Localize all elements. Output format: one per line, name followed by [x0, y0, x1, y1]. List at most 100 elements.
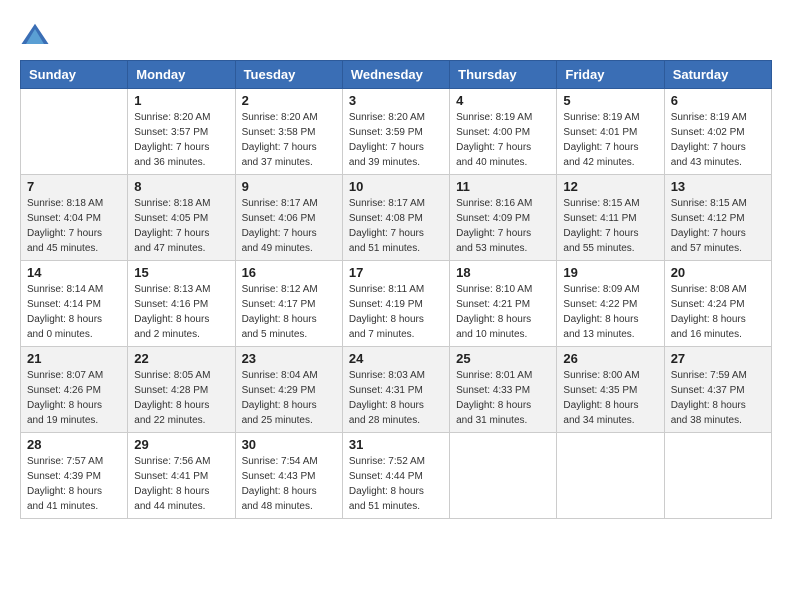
calendar-cell	[21, 89, 128, 175]
day-number: 16	[242, 265, 336, 280]
day-number: 4	[456, 93, 550, 108]
day-info: Sunrise: 8:12 AM Sunset: 4:17 PM Dayligh…	[242, 282, 336, 342]
calendar-cell: 4 Sunrise: 8:19 AM Sunset: 4:00 PM Dayli…	[450, 89, 557, 175]
calendar-table: SundayMondayTuesdayWednesdayThursdayFrid…	[20, 60, 772, 519]
day-info: Sunrise: 8:19 AM Sunset: 4:00 PM Dayligh…	[456, 110, 550, 170]
day-number: 22	[134, 351, 228, 366]
calendar-cell: 30 Sunrise: 7:54 AM Sunset: 4:43 PM Dayl…	[235, 433, 342, 519]
logo-icon	[20, 20, 50, 50]
day-number: 25	[456, 351, 550, 366]
day-info: Sunrise: 8:05 AM Sunset: 4:28 PM Dayligh…	[134, 368, 228, 428]
day-info: Sunrise: 7:59 AM Sunset: 4:37 PM Dayligh…	[671, 368, 765, 428]
day-info: Sunrise: 8:04 AM Sunset: 4:29 PM Dayligh…	[242, 368, 336, 428]
calendar-cell: 17 Sunrise: 8:11 AM Sunset: 4:19 PM Dayl…	[342, 261, 449, 347]
day-info: Sunrise: 8:18 AM Sunset: 4:05 PM Dayligh…	[134, 196, 228, 256]
day-number: 27	[671, 351, 765, 366]
calendar-cell: 1 Sunrise: 8:20 AM Sunset: 3:57 PM Dayli…	[128, 89, 235, 175]
calendar-cell: 13 Sunrise: 8:15 AM Sunset: 4:12 PM Dayl…	[664, 175, 771, 261]
day-info: Sunrise: 8:19 AM Sunset: 4:02 PM Dayligh…	[671, 110, 765, 170]
weekday-header-tuesday: Tuesday	[235, 61, 342, 89]
day-info: Sunrise: 8:09 AM Sunset: 4:22 PM Dayligh…	[563, 282, 657, 342]
calendar-cell: 11 Sunrise: 8:16 AM Sunset: 4:09 PM Dayl…	[450, 175, 557, 261]
day-info: Sunrise: 7:56 AM Sunset: 4:41 PM Dayligh…	[134, 454, 228, 514]
day-number: 21	[27, 351, 121, 366]
calendar-cell: 12 Sunrise: 8:15 AM Sunset: 4:11 PM Dayl…	[557, 175, 664, 261]
calendar-cell: 8 Sunrise: 8:18 AM Sunset: 4:05 PM Dayli…	[128, 175, 235, 261]
calendar-week-row: 21 Sunrise: 8:07 AM Sunset: 4:26 PM Dayl…	[21, 347, 772, 433]
day-number: 18	[456, 265, 550, 280]
weekday-header-thursday: Thursday	[450, 61, 557, 89]
day-info: Sunrise: 8:16 AM Sunset: 4:09 PM Dayligh…	[456, 196, 550, 256]
day-number: 17	[349, 265, 443, 280]
calendar-cell: 19 Sunrise: 8:09 AM Sunset: 4:22 PM Dayl…	[557, 261, 664, 347]
calendar-cell: 5 Sunrise: 8:19 AM Sunset: 4:01 PM Dayli…	[557, 89, 664, 175]
day-number: 11	[456, 179, 550, 194]
day-number: 14	[27, 265, 121, 280]
calendar-week-row: 1 Sunrise: 8:20 AM Sunset: 3:57 PM Dayli…	[21, 89, 772, 175]
calendar-cell: 26 Sunrise: 8:00 AM Sunset: 4:35 PM Dayl…	[557, 347, 664, 433]
day-number: 19	[563, 265, 657, 280]
day-number: 30	[242, 437, 336, 452]
day-info: Sunrise: 8:20 AM Sunset: 3:58 PM Dayligh…	[242, 110, 336, 170]
logo	[20, 20, 52, 50]
day-info: Sunrise: 8:15 AM Sunset: 4:11 PM Dayligh…	[563, 196, 657, 256]
calendar-week-row: 28 Sunrise: 7:57 AM Sunset: 4:39 PM Dayl…	[21, 433, 772, 519]
weekday-header-friday: Friday	[557, 61, 664, 89]
day-info: Sunrise: 8:18 AM Sunset: 4:04 PM Dayligh…	[27, 196, 121, 256]
calendar-cell: 25 Sunrise: 8:01 AM Sunset: 4:33 PM Dayl…	[450, 347, 557, 433]
weekday-header-saturday: Saturday	[664, 61, 771, 89]
day-number: 3	[349, 93, 443, 108]
day-number: 7	[27, 179, 121, 194]
day-info: Sunrise: 7:57 AM Sunset: 4:39 PM Dayligh…	[27, 454, 121, 514]
day-number: 8	[134, 179, 228, 194]
calendar-cell: 24 Sunrise: 8:03 AM Sunset: 4:31 PM Dayl…	[342, 347, 449, 433]
day-number: 2	[242, 93, 336, 108]
weekday-header-monday: Monday	[128, 61, 235, 89]
calendar-week-row: 14 Sunrise: 8:14 AM Sunset: 4:14 PM Dayl…	[21, 261, 772, 347]
calendar-cell: 22 Sunrise: 8:05 AM Sunset: 4:28 PM Dayl…	[128, 347, 235, 433]
calendar-cell: 15 Sunrise: 8:13 AM Sunset: 4:16 PM Dayl…	[128, 261, 235, 347]
day-number: 28	[27, 437, 121, 452]
calendar-cell: 27 Sunrise: 7:59 AM Sunset: 4:37 PM Dayl…	[664, 347, 771, 433]
calendar-cell	[664, 433, 771, 519]
day-number: 1	[134, 93, 228, 108]
calendar-cell	[450, 433, 557, 519]
day-number: 29	[134, 437, 228, 452]
calendar-cell: 28 Sunrise: 7:57 AM Sunset: 4:39 PM Dayl…	[21, 433, 128, 519]
day-info: Sunrise: 8:13 AM Sunset: 4:16 PM Dayligh…	[134, 282, 228, 342]
weekday-header-wednesday: Wednesday	[342, 61, 449, 89]
day-info: Sunrise: 8:00 AM Sunset: 4:35 PM Dayligh…	[563, 368, 657, 428]
day-number: 31	[349, 437, 443, 452]
calendar-cell: 14 Sunrise: 8:14 AM Sunset: 4:14 PM Dayl…	[21, 261, 128, 347]
calendar-cell: 16 Sunrise: 8:12 AM Sunset: 4:17 PM Dayl…	[235, 261, 342, 347]
day-number: 26	[563, 351, 657, 366]
calendar-week-row: 7 Sunrise: 8:18 AM Sunset: 4:04 PM Dayli…	[21, 175, 772, 261]
day-number: 12	[563, 179, 657, 194]
day-info: Sunrise: 8:15 AM Sunset: 4:12 PM Dayligh…	[671, 196, 765, 256]
calendar-cell: 31 Sunrise: 7:52 AM Sunset: 4:44 PM Dayl…	[342, 433, 449, 519]
day-info: Sunrise: 8:17 AM Sunset: 4:08 PM Dayligh…	[349, 196, 443, 256]
day-info: Sunrise: 8:10 AM Sunset: 4:21 PM Dayligh…	[456, 282, 550, 342]
day-number: 9	[242, 179, 336, 194]
day-number: 15	[134, 265, 228, 280]
day-number: 24	[349, 351, 443, 366]
day-info: Sunrise: 8:03 AM Sunset: 4:31 PM Dayligh…	[349, 368, 443, 428]
calendar-cell: 23 Sunrise: 8:04 AM Sunset: 4:29 PM Dayl…	[235, 347, 342, 433]
calendar-cell: 2 Sunrise: 8:20 AM Sunset: 3:58 PM Dayli…	[235, 89, 342, 175]
calendar-cell: 18 Sunrise: 8:10 AM Sunset: 4:21 PM Dayl…	[450, 261, 557, 347]
day-info: Sunrise: 8:14 AM Sunset: 4:14 PM Dayligh…	[27, 282, 121, 342]
day-info: Sunrise: 7:54 AM Sunset: 4:43 PM Dayligh…	[242, 454, 336, 514]
day-info: Sunrise: 8:20 AM Sunset: 3:57 PM Dayligh…	[134, 110, 228, 170]
day-number: 5	[563, 93, 657, 108]
calendar-cell	[557, 433, 664, 519]
day-info: Sunrise: 8:19 AM Sunset: 4:01 PM Dayligh…	[563, 110, 657, 170]
day-info: Sunrise: 8:07 AM Sunset: 4:26 PM Dayligh…	[27, 368, 121, 428]
calendar-cell: 20 Sunrise: 8:08 AM Sunset: 4:24 PM Dayl…	[664, 261, 771, 347]
page-header	[20, 20, 772, 50]
weekday-header-sunday: Sunday	[21, 61, 128, 89]
day-info: Sunrise: 8:01 AM Sunset: 4:33 PM Dayligh…	[456, 368, 550, 428]
calendar-cell: 6 Sunrise: 8:19 AM Sunset: 4:02 PM Dayli…	[664, 89, 771, 175]
day-number: 6	[671, 93, 765, 108]
calendar-cell: 7 Sunrise: 8:18 AM Sunset: 4:04 PM Dayli…	[21, 175, 128, 261]
calendar-cell: 10 Sunrise: 8:17 AM Sunset: 4:08 PM Dayl…	[342, 175, 449, 261]
